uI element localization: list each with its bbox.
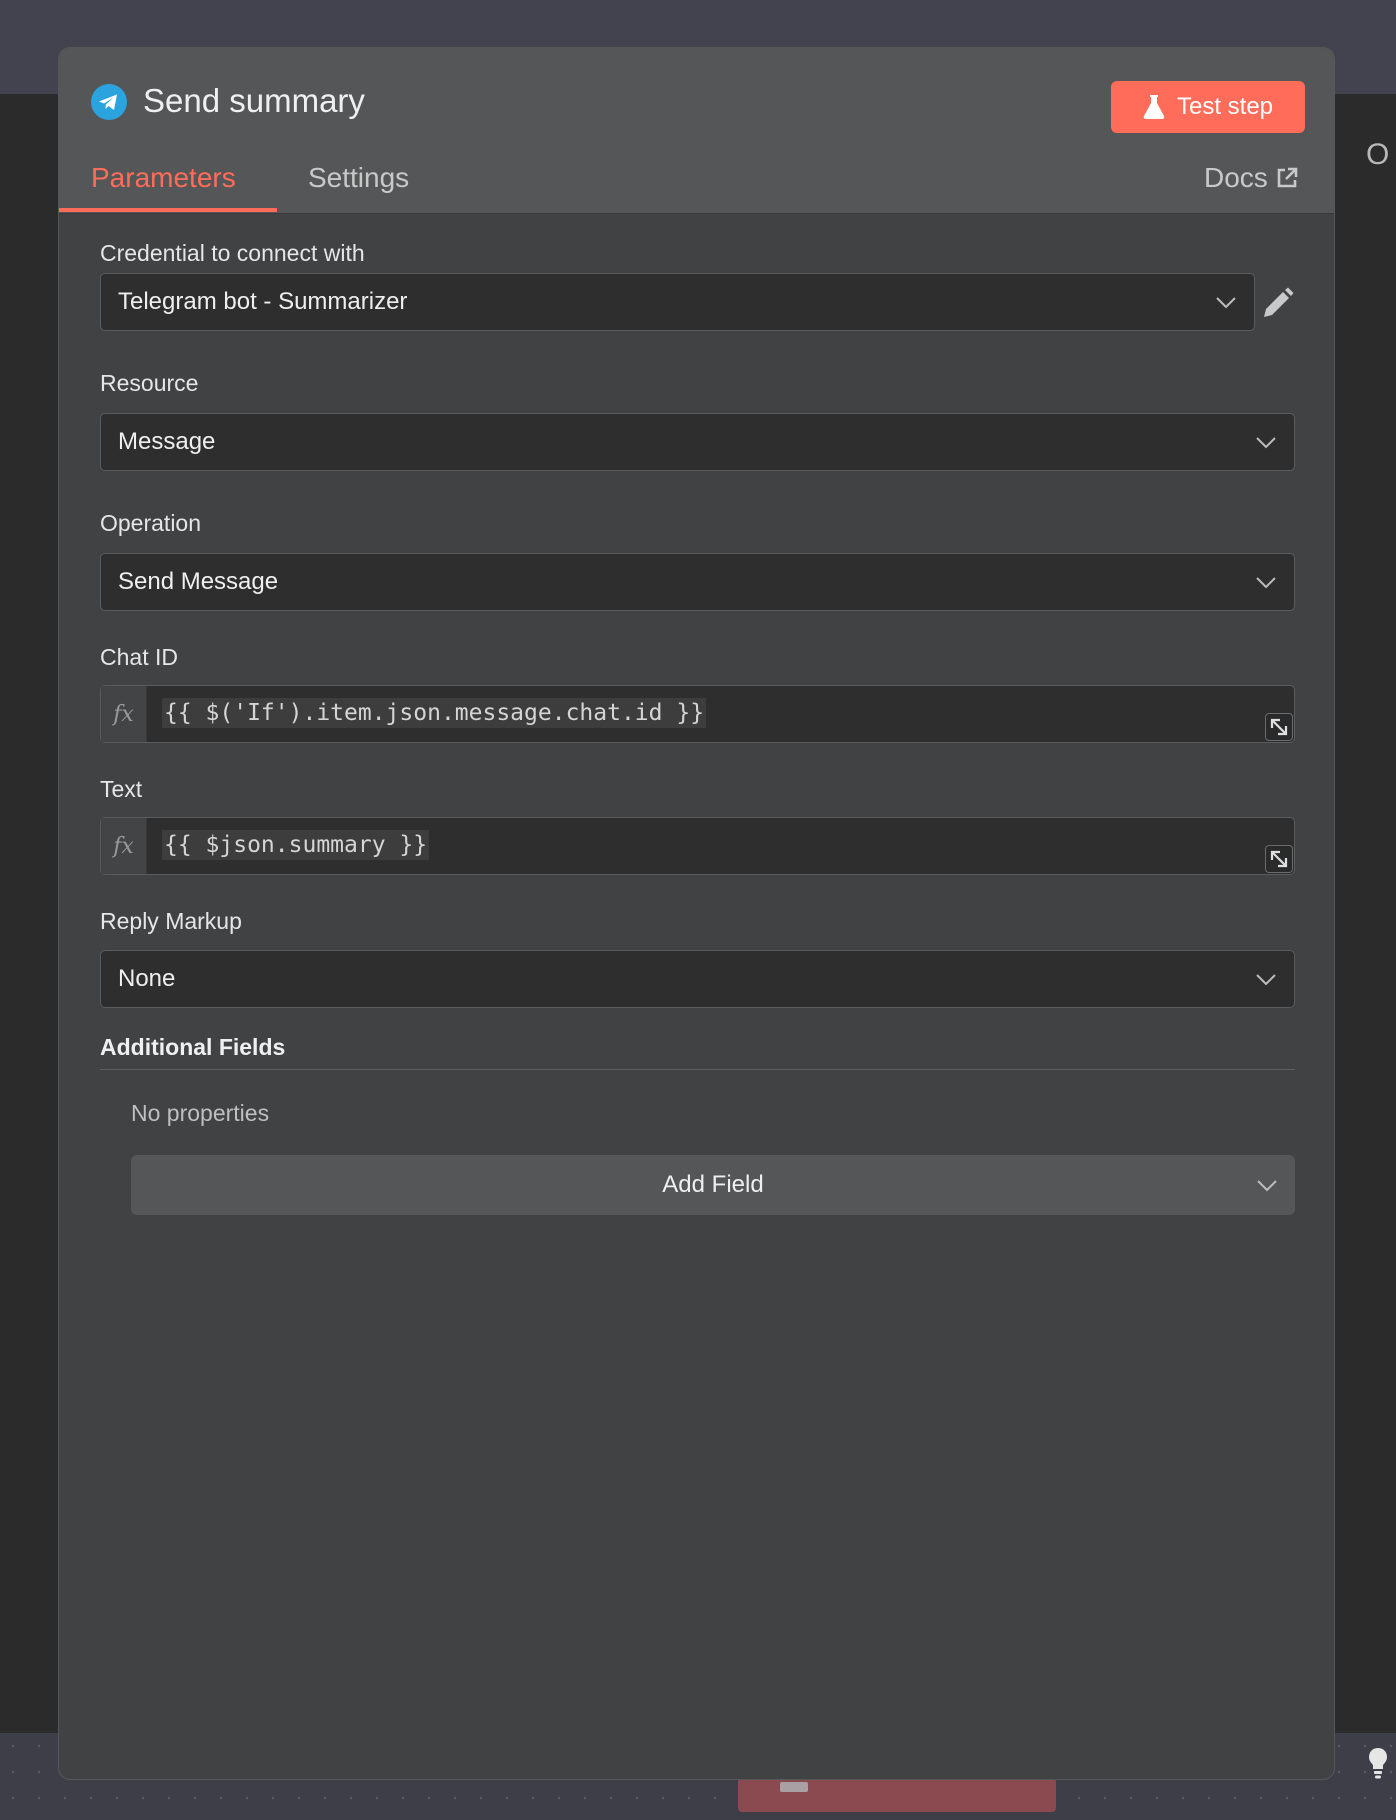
tab-parameters[interactable]: Parameters: [91, 162, 236, 194]
chevron-down-icon: [1256, 577, 1276, 589]
chat-id-label: Chat ID: [100, 644, 178, 670]
expand-editor-button[interactable]: [1265, 845, 1293, 873]
additional-fields-title: Additional Fields: [100, 1034, 286, 1060]
flask-icon: [1143, 95, 1165, 119]
reply-markup-value: None: [118, 965, 176, 992]
modal-header: Send summary Test step Parameters Settin…: [59, 48, 1334, 214]
credential-select[interactable]: Telegram bot - Summarizer: [100, 273, 1255, 331]
text-expression-input[interactable]: fx {{ $json.summary }}: [100, 817, 1295, 875]
operation-value: Send Message: [118, 568, 279, 595]
lightbulb-icon[interactable]: [1366, 1746, 1390, 1780]
expand-icon: [1270, 850, 1288, 868]
fx-icon: fx: [101, 818, 147, 874]
add-field-label: Add Field: [662, 1171, 764, 1198]
chat-id-expression-input[interactable]: fx {{ $('If').item.json.message.chat.id …: [100, 685, 1295, 743]
node-details-modal: Send summary Test step Parameters Settin…: [58, 47, 1335, 1780]
docs-link[interactable]: Docs: [1204, 162, 1298, 194]
operation-select[interactable]: Send Message: [100, 553, 1295, 611]
chevron-down-icon: [1256, 974, 1276, 986]
test-step-label: Test step: [1176, 93, 1274, 120]
test-step-button[interactable]: Test step: [1111, 81, 1305, 133]
credential-label: Credential to connect with: [100, 240, 365, 266]
chevron-down-icon: [1216, 297, 1236, 309]
tab-settings[interactable]: Settings: [308, 162, 409, 194]
no-properties-text: No properties: [131, 1100, 270, 1126]
chevron-down-icon: [1257, 1180, 1277, 1192]
telegram-icon: [91, 84, 127, 120]
pencil-icon[interactable]: [1260, 287, 1294, 321]
resource-label: Resource: [100, 370, 199, 396]
expand-icon: [1270, 718, 1288, 736]
docs-label: Docs: [1204, 162, 1268, 193]
active-tab-indicator: [59, 208, 277, 212]
canvas-edge-letter: O: [1366, 138, 1390, 171]
chat-id-expression: {{ $('If').item.json.message.chat.id }}: [162, 698, 707, 728]
expand-editor-button[interactable]: [1265, 713, 1293, 741]
fx-icon: fx: [101, 686, 147, 742]
external-link-icon: [1277, 167, 1298, 188]
resource-select[interactable]: Message: [100, 413, 1295, 471]
text-expression: {{ $json.summary }}: [162, 830, 430, 860]
text-label: Text: [100, 776, 143, 802]
credential-value: Telegram bot - Summarizer: [118, 288, 408, 315]
canvas-node-handle: [780, 1782, 808, 1792]
chevron-down-icon: [1256, 437, 1276, 449]
reply-markup-label: Reply Markup: [100, 908, 242, 934]
operation-label: Operation: [100, 510, 202, 536]
reply-markup-select[interactable]: None: [100, 950, 1295, 1008]
section-divider: [100, 1069, 1295, 1070]
canvas-node-button[interactable]: [738, 1778, 1056, 1812]
resource-value: Message: [118, 428, 216, 455]
add-field-button[interactable]: Add Field: [131, 1155, 1295, 1215]
node-title[interactable]: Send summary: [143, 82, 365, 120]
